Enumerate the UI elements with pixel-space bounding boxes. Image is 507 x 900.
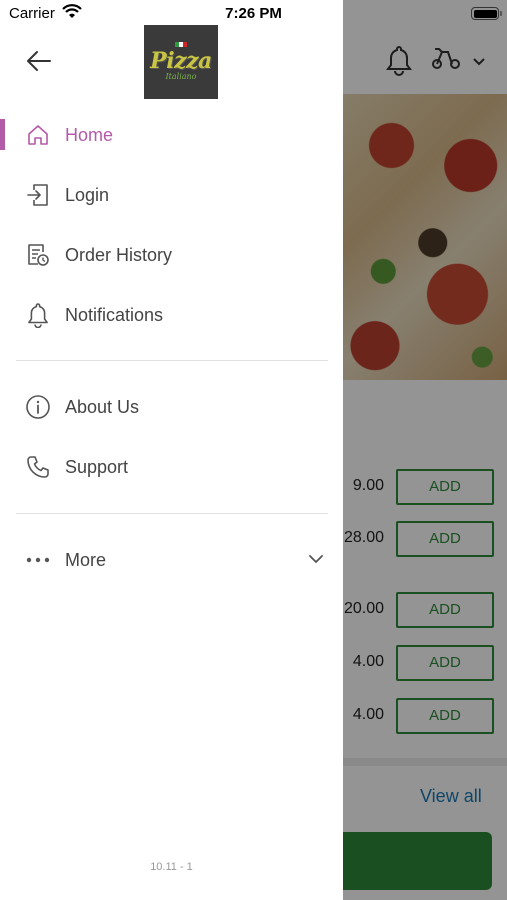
status-bar: Carrier 7:26 PM [0,0,507,28]
menu-item-label: Login [65,184,110,205]
back-button[interactable] [22,48,56,78]
menu-item-login[interactable]: Login [0,170,343,220]
menu-item-label: Support [65,456,129,477]
logo-tagline: Italiano [165,71,197,81]
clock: 7:26 PM [225,5,282,22]
brand-logo: Pizza Italiano [144,25,218,99]
menu-item-label: More [65,549,107,570]
menu-item-label: Notifications [65,304,164,325]
more-dots-icon [24,546,52,574]
menu-item-home[interactable]: Home [0,110,343,160]
menu-item-support[interactable]: Support [0,442,343,492]
home-icon [24,121,52,149]
menu-item-notifications[interactable]: Notifications [0,290,343,340]
login-icon [24,181,52,209]
menu-item-label: Order History [65,244,173,265]
navigation-drawer: Pizza Italiano Home Login Order History … [0,0,343,900]
app-version: 10.11 - 1 [150,861,193,873]
menu-divider [16,360,328,361]
battery-icon [471,7,499,20]
chevron-down-icon[interactable] [308,551,324,569]
info-icon [24,393,52,421]
bell-icon [24,301,52,329]
order-history-icon [24,241,52,269]
menu-item-label: Home [65,124,114,145]
menu-item-more[interactable]: More [0,535,343,585]
arrow-left-icon [26,50,52,77]
menu-divider [16,513,328,514]
menu-item-label: About Us [65,396,140,417]
menu-item-about-us[interactable]: About Us [0,382,343,432]
menu-item-order-history[interactable]: Order History [0,230,343,280]
phone-icon [24,453,52,481]
logo-wordmark: Pizza [150,47,212,74]
italian-flag-icon [175,42,187,47]
